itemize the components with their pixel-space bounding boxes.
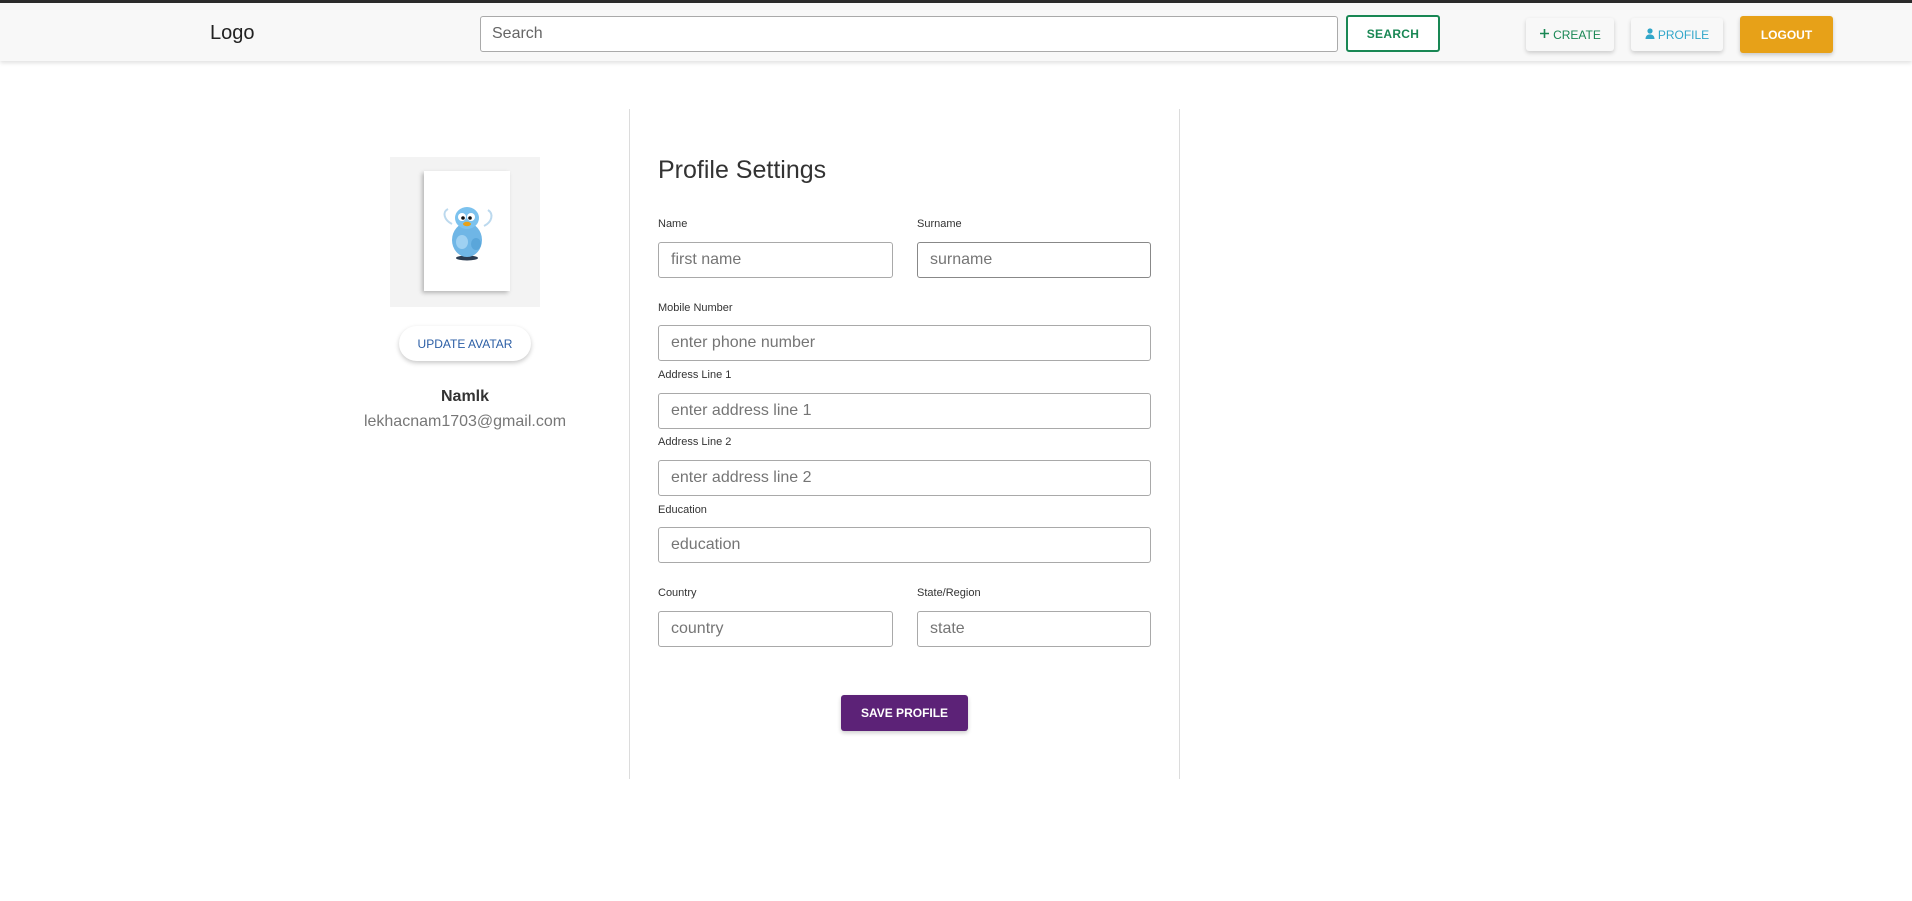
- state-field[interactable]: [917, 611, 1151, 647]
- address-line-2-field[interactable]: [658, 460, 1151, 496]
- person-icon: [1645, 27, 1655, 42]
- create-button[interactable]: CREATE: [1526, 18, 1614, 51]
- education-field[interactable]: [658, 527, 1151, 563]
- mobile-number-field[interactable]: [658, 325, 1151, 361]
- country-field[interactable]: [658, 611, 893, 647]
- state-region-label: State/Region: [917, 587, 981, 599]
- profile-button[interactable]: PROFILE: [1631, 18, 1723, 51]
- country-label: Country: [658, 587, 697, 599]
- mobile-number-label: Mobile Number: [658, 302, 733, 314]
- surname-label: Surname: [917, 218, 962, 230]
- address-line-1-label: Address Line 1: [658, 369, 732, 381]
- education-label: Education: [658, 504, 707, 516]
- name-label: Name: [658, 218, 688, 230]
- user-name: Namlk: [440, 388, 490, 405]
- address-line-2-label: Address Line 2: [658, 436, 732, 448]
- left-divider: [629, 109, 630, 779]
- first-name-field[interactable]: [658, 242, 893, 278]
- address-line-1-field[interactable]: [658, 393, 1151, 429]
- logout-button[interactable]: LOGOUT: [1740, 16, 1833, 53]
- navbar: Logo SEARCH CREATE PROFILE LOGOUT: [0, 3, 1912, 61]
- logo[interactable]: Logo: [210, 22, 255, 45]
- create-button-label: CREATE: [1553, 27, 1601, 42]
- avatar-card: [424, 171, 510, 291]
- profile-button-label: PROFILE: [1657, 27, 1710, 42]
- surname-field[interactable]: [917, 242, 1151, 278]
- search-input[interactable]: [480, 16, 1338, 52]
- update-avatar-button[interactable]: UPDATE AVATAR: [399, 326, 531, 361]
- user-email: lekhacnam1703@gmail.com: [363, 413, 567, 430]
- plus-icon: [1539, 28, 1550, 42]
- avatar: [390, 157, 540, 307]
- search-button[interactable]: SEARCH: [1346, 15, 1440, 52]
- right-divider: [1179, 109, 1180, 779]
- penguin-avatar-image: [443, 207, 493, 261]
- page-title: Profile Settings: [658, 156, 827, 184]
- save-profile-button[interactable]: SAVE PROFILE: [841, 695, 968, 731]
